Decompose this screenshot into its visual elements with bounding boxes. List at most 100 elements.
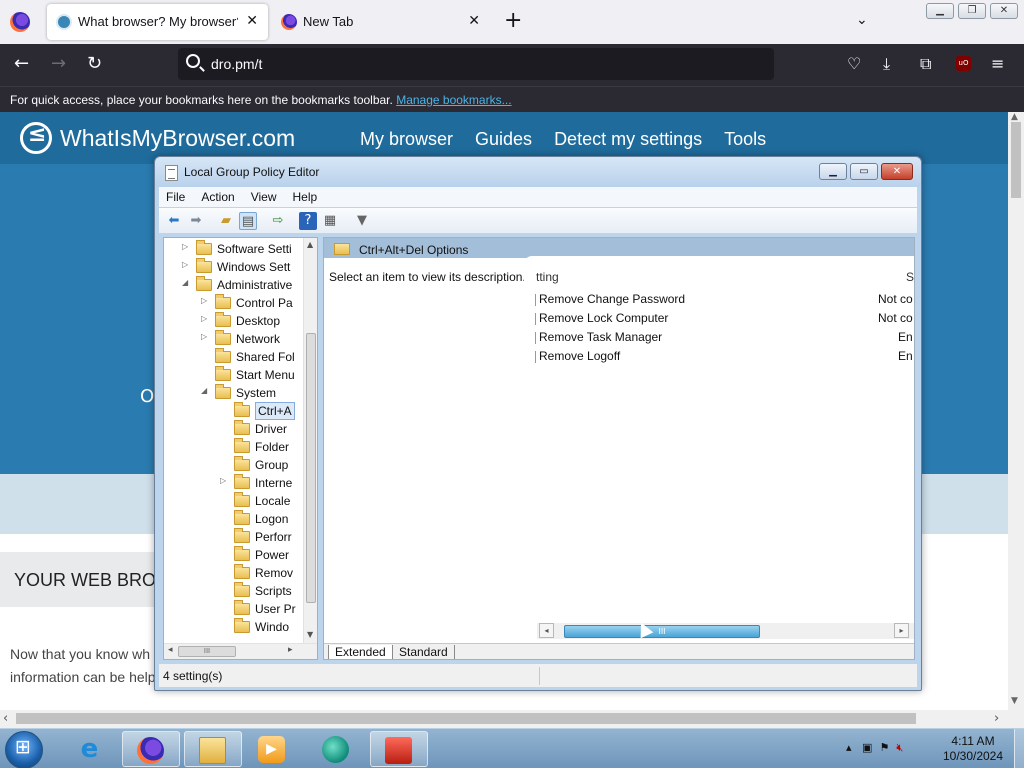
up-folder-icon[interactable]: ▰ (217, 212, 235, 230)
tab-what-browser[interactable]: What browser? My browser? Is ✕ (47, 4, 268, 40)
setting-row[interactable]: Remove Change Password (534, 292, 685, 306)
back-arrow-icon[interactable]: ⬅ (165, 212, 183, 230)
tree-expander-icon[interactable]: ▷ (201, 296, 211, 305)
taskbar-media-player[interactable]: ▶ (244, 731, 302, 767)
tree-expander-icon[interactable]: ▷ (220, 476, 230, 485)
scroll-right-arrow-icon[interactable]: › (994, 711, 999, 726)
new-tab-plus-icon[interactable]: + (504, 9, 522, 33)
close-window-icon[interactable]: ✕ (881, 163, 913, 180)
site-logo-icon[interactable] (20, 122, 52, 154)
scroll-down-arrow-icon[interactable]: ▼ (307, 630, 313, 639)
tree-node[interactable]: ▷ Windows Sett (182, 258, 317, 276)
address-bar[interactable]: dro.pm/t (178, 48, 774, 80)
setting-row[interactable]: Remove Task Manager (534, 330, 662, 344)
volume-muted-icon[interactable]: 🔇︎ (896, 741, 903, 754)
close-window-icon[interactable]: ✕ (990, 3, 1018, 19)
scrollbar-thumb[interactable] (1011, 122, 1021, 198)
menu-action[interactable]: Action (194, 187, 241, 207)
window-titlebar[interactable]: Local Group Policy Editor ▁ ▭ ✕ (155, 157, 921, 187)
clock[interactable]: 4:11 AM 10/30/2024 (942, 734, 1004, 764)
tree-node[interactable]: ▷ Control Pa (201, 294, 317, 312)
tree-node[interactable]: ▷ Software Setti (182, 240, 317, 258)
show-hidden-icons-icon[interactable]: ▴ (846, 741, 852, 754)
taskbar-firefox[interactable] (122, 731, 180, 767)
column-header-state[interactable]: S (906, 270, 914, 284)
close-tab-icon[interactable]: ✕ (468, 12, 480, 29)
site-logo-text[interactable]: WhatIsMyBrowser.com (60, 125, 295, 152)
scrollbar-thumb[interactable]: III (564, 625, 760, 638)
tree-expander-icon[interactable]: ◢ (201, 386, 211, 395)
taskbar-gpedit[interactable] (370, 731, 428, 767)
extensions-icon[interactable]: ⧉ (920, 54, 931, 74)
tree-node[interactable]: Shared Fol (201, 348, 317, 366)
restore-icon[interactable]: ❐ (958, 3, 986, 19)
downloads-icon[interactable]: ⤓ (883, 54, 890, 74)
properties-icon[interactable]: ▦ (321, 212, 339, 230)
forward-arrow-icon[interactable]: ➡ (187, 212, 205, 230)
help-icon[interactable]: ? (299, 212, 317, 230)
maximize-icon[interactable]: ▭ (850, 163, 878, 180)
scroll-down-arrow-icon[interactable]: ▼ (1011, 696, 1018, 706)
page-vertical-scrollbar[interactable]: ▲ ▼ (1008, 112, 1024, 710)
scrollbar-thumb[interactable]: III (178, 646, 236, 657)
nav-detect-settings[interactable]: Detect my settings (554, 129, 702, 150)
tree-horizontal-scrollbar[interactable]: ◂ III ▸ (164, 643, 317, 659)
pocket-icon[interactable]: ♡ (847, 54, 861, 73)
manage-bookmarks-link[interactable]: Manage bookmarks... (396, 93, 511, 107)
settings-horizontal-scrollbar[interactable]: ◂ III ▸ (537, 623, 914, 639)
address-bar-url[interactable]: dro.pm/t (211, 56, 262, 72)
page-horizontal-scrollbar[interactable]: ‹ › (0, 710, 1024, 728)
menu-help[interactable]: Help (286, 187, 325, 207)
reload-icon[interactable]: ↻ (87, 54, 102, 74)
tab-standard[interactable]: Standard (392, 645, 455, 659)
tree-node[interactable]: ▷ Network (201, 330, 317, 348)
firefox-menu-icon[interactable] (10, 12, 30, 32)
tree-node[interactable]: ◢ Administrative (182, 276, 317, 294)
tree-expander-icon[interactable]: ▷ (182, 242, 192, 251)
back-arrow-icon[interactable]: ← (14, 54, 29, 74)
scrollbar-thumb[interactable] (306, 333, 316, 603)
setting-row[interactable]: Remove Lock Computer (534, 311, 668, 325)
forward-arrow-icon[interactable]: → (51, 54, 66, 74)
tree-vertical-scrollbar[interactable]: ▲ ▼ (303, 238, 317, 643)
scroll-right-arrow-icon[interactable]: ▸ (288, 645, 293, 655)
scroll-up-arrow-icon[interactable]: ▲ (1011, 112, 1018, 122)
close-tab-icon[interactable]: ✕ (246, 12, 258, 29)
tree-expander-icon[interactable]: ◢ (182, 278, 192, 287)
minimize-icon[interactable]: ▁ (926, 3, 954, 19)
scrollbar-thumb[interactable] (16, 713, 916, 724)
setting-row[interactable]: Remove Logoff (534, 349, 620, 363)
minimize-icon[interactable]: ▁ (819, 163, 847, 180)
export-list-icon[interactable]: ⇨ (269, 212, 287, 230)
nav-guides[interactable]: Guides (475, 129, 532, 150)
tree-node[interactable]: ▷ Desktop (201, 312, 317, 330)
show-hide-tree-icon[interactable]: ▤ (239, 212, 257, 230)
menu-file[interactable]: File (159, 187, 192, 207)
tree-expander-icon[interactable]: ▷ (201, 314, 211, 323)
network-icon[interactable]: ▣ (862, 741, 872, 754)
scroll-right-arrow-icon[interactable]: ▸ (894, 623, 909, 638)
tab-new-tab[interactable]: New Tab ✕ (272, 4, 490, 40)
column-header-setting[interactable]: tting (536, 270, 559, 284)
show-desktop-button[interactable] (1014, 729, 1024, 768)
taskbar-explorer[interactable] (184, 731, 242, 767)
scroll-left-arrow-icon[interactable]: ◂ (539, 623, 554, 638)
ublock-origin-icon[interactable]: uO (956, 56, 971, 71)
nav-tools[interactable]: Tools (724, 129, 766, 150)
start-button-icon[interactable] (5, 731, 43, 768)
tree-node[interactable]: Start Menu (201, 366, 317, 384)
tree-expander-icon[interactable]: ▷ (182, 260, 192, 269)
action-center-flag-icon[interactable]: ⚑ (879, 741, 889, 754)
tree-node[interactable]: ◢ System (201, 384, 317, 402)
list-all-tabs-chevron-icon[interactable]: ⌄ (856, 12, 868, 28)
tree-expander-icon[interactable]: ▷ (201, 332, 211, 341)
scroll-left-arrow-icon[interactable]: ‹ (3, 711, 8, 726)
scroll-left-arrow-icon[interactable]: ◂ (168, 645, 173, 655)
menu-view[interactable]: View (244, 187, 284, 207)
hamburger-menu-icon[interactable]: ≡ (991, 54, 1004, 73)
nav-my-browser[interactable]: My browser (360, 129, 453, 150)
taskbar-internet-explorer[interactable]: e (62, 731, 120, 767)
filter-icon[interactable]: ▼ (353, 212, 371, 230)
taskbar-app-teal[interactable] (308, 731, 366, 767)
tab-extended[interactable]: Extended (328, 645, 393, 659)
